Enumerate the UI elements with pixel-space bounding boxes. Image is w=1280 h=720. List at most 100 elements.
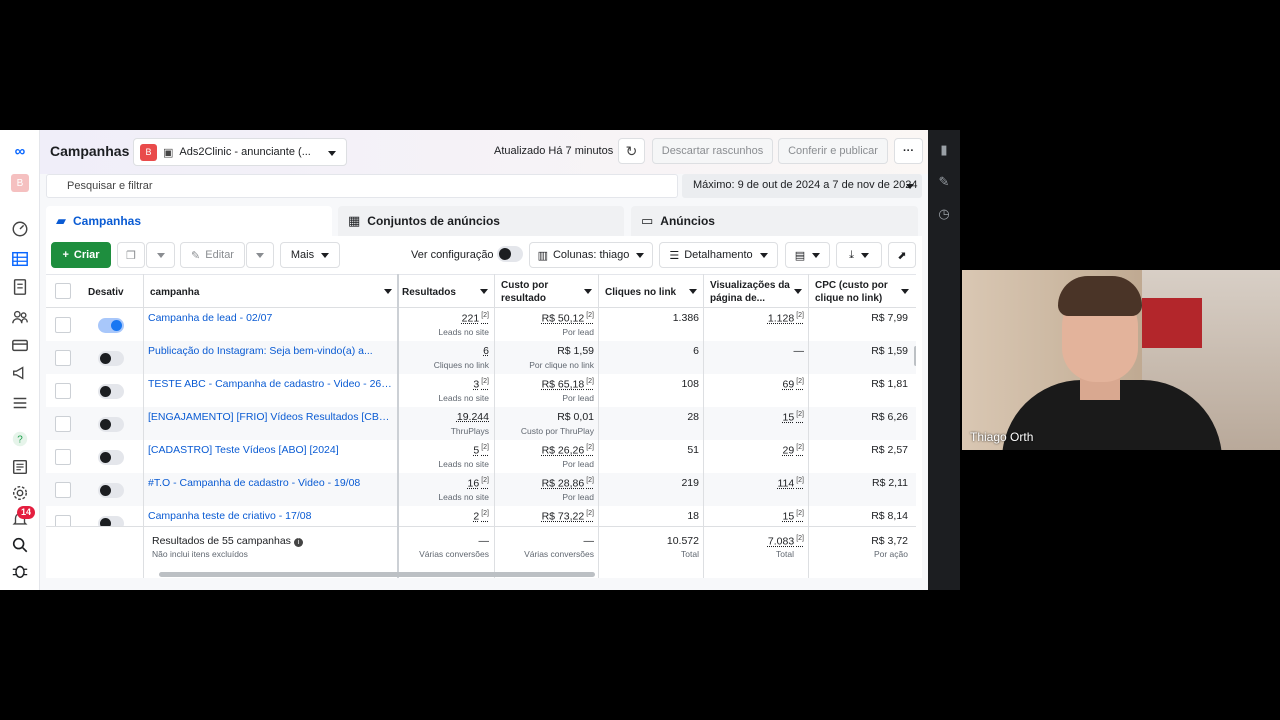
breakdown-label: Detalhamento xyxy=(684,249,753,261)
table-row[interactable]: TESTE ABC - Campanha de cadastro - Video… xyxy=(46,374,916,407)
help-icon[interactable]: ? xyxy=(9,428,31,450)
megaphone-icon[interactable] xyxy=(9,362,31,384)
view-config-label: Ver configuração xyxy=(411,249,494,261)
search-input[interactable]: Pesquisar e filtrar xyxy=(46,174,678,198)
duplicate-dropdown[interactable] xyxy=(146,242,175,268)
campaign-status-toggle[interactable] xyxy=(98,351,124,366)
table-row[interactable]: #T.O - Campanha de cadastro - Video - 19… xyxy=(46,473,916,506)
cell-cost: R$ 73,22 [2] xyxy=(497,510,594,523)
row-checkbox[interactable] xyxy=(55,317,71,333)
pages-icon[interactable] xyxy=(9,276,31,298)
select-all-checkbox[interactable] xyxy=(55,283,71,299)
charts-button[interactable]: ⬈ xyxy=(888,242,916,268)
cell-results-sublabel: ThruPlays xyxy=(450,426,489,436)
chevron-down-icon xyxy=(636,252,645,258)
bug-report-icon[interactable] xyxy=(9,560,31,582)
audiences-icon[interactable] xyxy=(9,306,31,328)
row-checkbox[interactable] xyxy=(55,350,71,366)
search-icon[interactable] xyxy=(9,534,31,556)
menu-icon[interactable] xyxy=(9,392,31,414)
settings-gear-icon[interactable] xyxy=(9,482,31,504)
reports-button[interactable]: ▤ xyxy=(785,242,830,268)
row-checkbox[interactable] xyxy=(55,383,71,399)
horizontal-scrollbar[interactable] xyxy=(159,572,595,577)
refresh-button[interactable]: ↻ xyxy=(618,138,645,164)
campaign-status-toggle[interactable] xyxy=(98,483,124,498)
create-button[interactable]: + Criar xyxy=(51,242,111,268)
column-divider xyxy=(494,274,495,578)
column-header-status[interactable]: Desativ xyxy=(84,275,142,309)
meta-logo-icon[interactable]: ∞ xyxy=(9,140,31,162)
billing-icon[interactable] xyxy=(9,334,31,356)
campaign-status-toggle[interactable] xyxy=(98,450,124,465)
cell-views: 1.128 [2] xyxy=(706,312,804,325)
duplicate-button[interactable]: ❐ xyxy=(117,242,145,268)
trend-chart-icon: ⬈ xyxy=(897,249,907,262)
cell-views: 15 [2] xyxy=(706,510,804,523)
campaign-name-link[interactable]: #T.O - Campanha de cadastro - Video - 19… xyxy=(148,477,392,489)
sort-caret-icon xyxy=(794,289,802,294)
date-range-picker[interactable]: Máximo: 9 de out de 2024 a 7 de nov de 2… xyxy=(682,174,922,198)
news-icon[interactable] xyxy=(9,456,31,478)
column-header-campaign[interactable]: campanha xyxy=(146,275,398,309)
table-row[interactable]: [ENGAJAMENTO] [FRIO] Vídeos Resultados [… xyxy=(46,407,916,440)
more-actions-button[interactable]: Mais xyxy=(280,242,340,268)
campaign-name-link[interactable]: [CADASTRO] Teste Vídeos [ABO] [2024] xyxy=(148,444,392,456)
history-clock-icon[interactable]: ◷ xyxy=(928,198,960,230)
table-row[interactable]: [CADASTRO] Teste Vídeos [ABO] [2024] 5 [2]… xyxy=(46,440,916,473)
vertical-scrollbar[interactable] xyxy=(914,346,916,366)
account-selector[interactable]: B ▣ Ads2Clinic - anunciante (... xyxy=(133,138,347,166)
edit-button[interactable]: ✎ Editar xyxy=(180,242,245,268)
account-avatar[interactable]: B xyxy=(11,174,29,192)
column-header-results[interactable]: Resultados xyxy=(398,275,494,309)
info-icon[interactable]: i xyxy=(293,538,303,547)
cell-value: 219 xyxy=(681,477,699,489)
campaign-status-toggle[interactable] xyxy=(98,417,124,432)
footer-title-text: Resultados de 55 campanhas xyxy=(152,535,291,547)
campaigns-table-icon[interactable] xyxy=(9,248,31,270)
campaign-name-link[interactable]: Publicação do Instagram: Seja bem-vindo(… xyxy=(148,345,392,357)
campaign-name-link[interactable]: TESTE ABC - Campanha de cadastro - Video… xyxy=(148,378,392,390)
campaign-status-toggle[interactable] xyxy=(98,318,124,333)
more-options-button[interactable]: ··· xyxy=(894,138,923,164)
bar-chart-icon[interactable]: ▮ xyxy=(928,134,960,166)
superscript-note: [2] xyxy=(796,378,804,385)
breakdown-button[interactable]: ☰ Detalhamento xyxy=(659,242,778,268)
campaign-name-link[interactable]: Campanha teste de criativo - 17/08 xyxy=(148,510,392,522)
cell-results: 221 [2] xyxy=(398,312,489,325)
campaign-name-link[interactable]: Campanha de lead - 02/07 xyxy=(148,312,392,324)
row-checkbox[interactable] xyxy=(55,482,71,498)
campaign-status-toggle[interactable] xyxy=(98,384,124,399)
edit-dropdown[interactable] xyxy=(246,242,274,268)
cell-value: R$ 28,86 xyxy=(541,477,585,490)
cell-value: R$ 65,18 xyxy=(541,378,585,391)
notifications-count-badge: 14 xyxy=(17,506,36,519)
ad-icon: ▭ xyxy=(641,213,654,228)
view-config-toggle[interactable] xyxy=(497,246,523,262)
column-header-cost-per-result[interactable]: Custo por resultado xyxy=(497,275,598,309)
column-header-link-clicks[interactable]: Cliques no link xyxy=(601,275,703,309)
cell-results-sublabel: Cliques no link xyxy=(433,360,489,370)
discard-drafts-button[interactable]: Descartar rascunhos xyxy=(652,138,773,164)
export-button[interactable]: ⤓ xyxy=(836,242,882,268)
tab-ads[interactable]: ▭ Anúncios xyxy=(631,206,918,236)
dashboard-icon[interactable] xyxy=(9,218,31,240)
tab-campaigns[interactable]: ▰ Campanhas xyxy=(46,206,332,236)
table-row[interactable]: Campanha de lead - 02/07 221 [2] Leads no s… xyxy=(46,308,916,341)
table-row[interactable]: Publicação do Instagram: Seja bem-vindo(… xyxy=(46,341,916,374)
superscript-note: [2] xyxy=(481,378,489,385)
superscript-note: [2] xyxy=(586,312,594,319)
campaign-name-link[interactable]: [ENGAJAMENTO] [FRIO] Vídeos Resultados [… xyxy=(148,411,392,423)
column-header-cpc[interactable]: CPC (custo por clique no link) xyxy=(811,275,915,309)
review-and-publish-button[interactable]: Conferir e publicar xyxy=(778,138,888,164)
cell-cpc: R$ 7,99 xyxy=(811,312,908,324)
column-header-page-views[interactable]: Visualizações da página de... xyxy=(706,275,808,309)
row-checkbox[interactable] xyxy=(55,449,71,465)
pencil-icon[interactable]: ✎ xyxy=(928,166,960,198)
footer-views: 7.083 [2] xyxy=(706,535,804,548)
row-checkbox[interactable] xyxy=(55,416,71,432)
columns-button[interactable]: ▥ Colunas: thiago xyxy=(529,242,653,268)
column-divider xyxy=(397,274,399,578)
footer-subtitle: Não inclui itens excluídos xyxy=(152,549,248,559)
tab-ad-sets[interactable]: ▦ Conjuntos de anúncios xyxy=(338,206,624,236)
